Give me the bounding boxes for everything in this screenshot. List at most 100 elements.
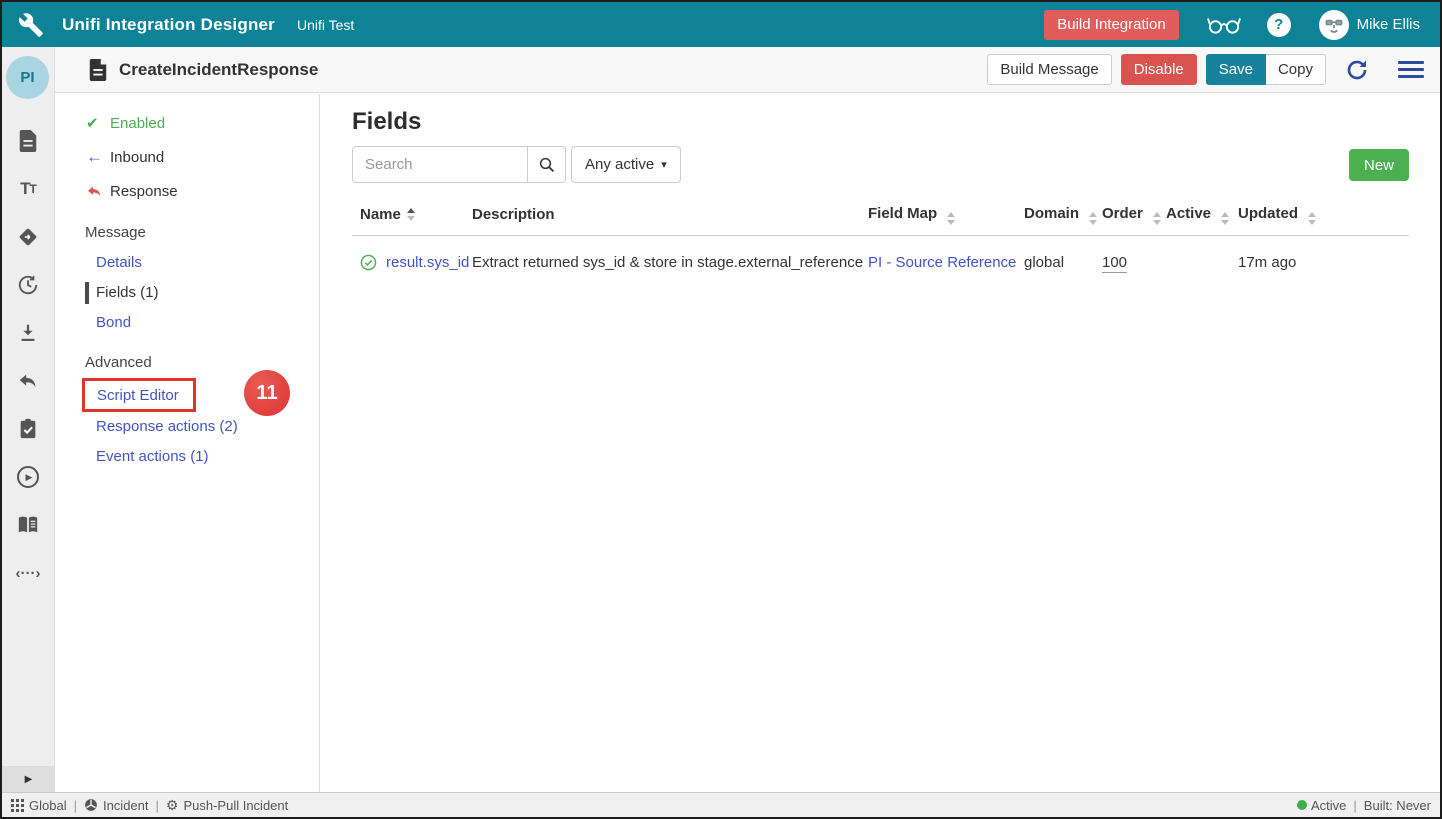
- refresh-icon: [1345, 58, 1369, 82]
- annotation-step-badge: 11: [244, 370, 290, 416]
- column-header-domain[interactable]: Domain: [1024, 205, 1102, 225]
- statusbar-incident[interactable]: Incident: [84, 798, 149, 813]
- search-input[interactable]: [352, 146, 528, 183]
- cell-field-map: PI - Source Reference: [868, 254, 1024, 271]
- sort-icon[interactable]: [1221, 212, 1229, 225]
- nav-inbound-label: Inbound: [110, 149, 164, 166]
- nav-inbound[interactable]: ← Inbound: [56, 140, 319, 174]
- statusbar-global[interactable]: Global: [11, 798, 67, 813]
- messages-icon[interactable]: [16, 129, 40, 153]
- tasks-icon[interactable]: [16, 417, 40, 441]
- top-navbar: Unifi Integration Designer Unifi Test Bu…: [2, 2, 1440, 47]
- wrench-icon: [18, 12, 44, 38]
- build-integration-button[interactable]: Build Integration: [1044, 10, 1178, 40]
- check-icon: ✔: [86, 114, 106, 132]
- sort-icon[interactable]: [947, 212, 955, 225]
- statusbar-integration-label: Push-Pull Incident: [183, 798, 288, 813]
- column-header-description[interactable]: Description: [472, 206, 868, 223]
- history-icon[interactable]: [16, 273, 40, 297]
- nav-section-message: Message: [56, 218, 319, 248]
- new-button[interactable]: New: [1349, 149, 1409, 181]
- section-title: Fields: [352, 108, 421, 136]
- refresh-button[interactable]: [1345, 58, 1369, 82]
- cell-updated: 17m ago: [1238, 254, 1409, 271]
- integration-avatar[interactable]: PI: [6, 56, 49, 99]
- nav-item-response-actions[interactable]: Response actions (2): [56, 412, 319, 442]
- build-message-button[interactable]: Build Message: [987, 54, 1111, 85]
- field-map-link[interactable]: PI - Source Reference: [868, 254, 1016, 271]
- nav-response-label: Response: [110, 183, 178, 200]
- cell-name: result.sys_id: [352, 254, 472, 271]
- sort-icon[interactable]: [407, 208, 415, 221]
- script-editor-highlight-box: Script Editor: [82, 378, 196, 412]
- text-format-icon[interactable]: TT: [16, 177, 40, 201]
- active-filter-dropdown[interactable]: Any active ▾: [571, 146, 681, 183]
- sort-icon[interactable]: [1308, 212, 1316, 225]
- column-header-active[interactable]: Active: [1166, 205, 1238, 225]
- user-face-icon: [1321, 12, 1347, 38]
- glasses-icon[interactable]: [1207, 14, 1241, 36]
- status-bar: Global | Incident | ⚙ Push-Pull Incident…: [2, 792, 1440, 817]
- help-icon[interactable]: ?: [1267, 13, 1291, 37]
- toggle-knob: [1138, 265, 1164, 291]
- nav-item-details[interactable]: Details: [56, 248, 319, 278]
- column-header-name[interactable]: Name: [352, 206, 472, 223]
- nav-item-script-editor[interactable]: Script Editor: [85, 387, 179, 404]
- order-editable-value[interactable]: 100: [1102, 254, 1127, 273]
- inbound-arrow-icon: ←: [86, 147, 106, 167]
- table-header-row: Name Description Field Map Domain Order: [352, 194, 1409, 236]
- statusbar-global-label: Global: [29, 798, 67, 813]
- fields-toolbar: Any active ▾: [352, 146, 681, 183]
- statusbar-integration[interactable]: ⚙ Push-Pull Incident: [166, 797, 288, 814]
- nav-panel: ✔ Enabled ← Inbound Response Message Det…: [56, 94, 320, 792]
- app-window: Unifi Integration Designer Unifi Test Bu…: [0, 0, 1442, 819]
- process-icon: [84, 798, 98, 812]
- main-content: Fields Any active ▾ New Name Description…: [321, 94, 1440, 792]
- expand-arrow-icon: ▶: [25, 774, 33, 785]
- sort-icon[interactable]: [1153, 212, 1161, 225]
- chevron-down-icon: ▾: [661, 158, 667, 171]
- cell-description: Extract returned sys_id & store in stage…: [472, 254, 868, 271]
- reply-icon[interactable]: [16, 369, 40, 393]
- copy-button[interactable]: Copy: [1266, 54, 1326, 85]
- save-button[interactable]: Save: [1206, 54, 1266, 85]
- search-button[interactable]: [528, 146, 566, 183]
- nav-response[interactable]: Response: [56, 174, 319, 208]
- expand-sidebar-button[interactable]: ▶: [2, 766, 55, 792]
- statusbar-incident-label: Incident: [103, 798, 149, 813]
- header-buttons: Build Message Disable Save Copy: [987, 54, 1424, 85]
- code-icon[interactable]: ‹···›: [16, 561, 40, 585]
- disable-button[interactable]: Disable: [1121, 54, 1197, 85]
- nav-enabled[interactable]: ✔ Enabled: [56, 106, 319, 140]
- page-title: CreateIncidentResponse: [119, 60, 318, 80]
- user-name[interactable]: Mike Ellis: [1357, 16, 1420, 33]
- fields-table: Name Description Field Map Domain Order: [352, 194, 1409, 289]
- nav-item-bond[interactable]: Bond: [56, 308, 319, 338]
- menu-icon[interactable]: [1398, 61, 1424, 78]
- column-header-updated[interactable]: Updated: [1238, 205, 1409, 225]
- environment-label: Unifi Test: [297, 17, 354, 33]
- sort-icon[interactable]: [1089, 212, 1097, 225]
- response-reply-icon: [86, 183, 106, 200]
- built-label: Built: Never: [1364, 798, 1431, 813]
- download-icon[interactable]: [16, 321, 40, 345]
- nav-item-event-actions[interactable]: Event actions (1): [56, 442, 319, 472]
- run-icon[interactable]: ▶: [16, 465, 40, 489]
- filter-label: Any active: [585, 156, 654, 173]
- column-header-field-map[interactable]: Field Map: [868, 205, 1024, 225]
- statusbar-right: Active | Built: Never: [1297, 798, 1431, 813]
- cell-domain: global: [1024, 254, 1102, 271]
- column-header-order[interactable]: Order: [1102, 205, 1166, 225]
- save-copy-group: Save Copy: [1206, 54, 1326, 85]
- field-name-link[interactable]: result.sys_id: [386, 254, 469, 271]
- nav-item-fields[interactable]: Fields (1): [56, 278, 319, 308]
- user-avatar[interactable]: [1319, 10, 1349, 40]
- page-header: CreateIncidentResponse Build Message Dis…: [55, 47, 1440, 93]
- search-icon: [538, 156, 556, 174]
- active-check-icon: [360, 254, 377, 271]
- status-dot-icon: [1297, 800, 1307, 810]
- icon-sidebar: TT ▶ ‹···› ▶: [2, 47, 55, 792]
- table-row: result.sys_id Extract returned sys_id & …: [352, 236, 1409, 289]
- documentation-icon[interactable]: [16, 513, 40, 537]
- field-maps-icon[interactable]: [16, 225, 40, 249]
